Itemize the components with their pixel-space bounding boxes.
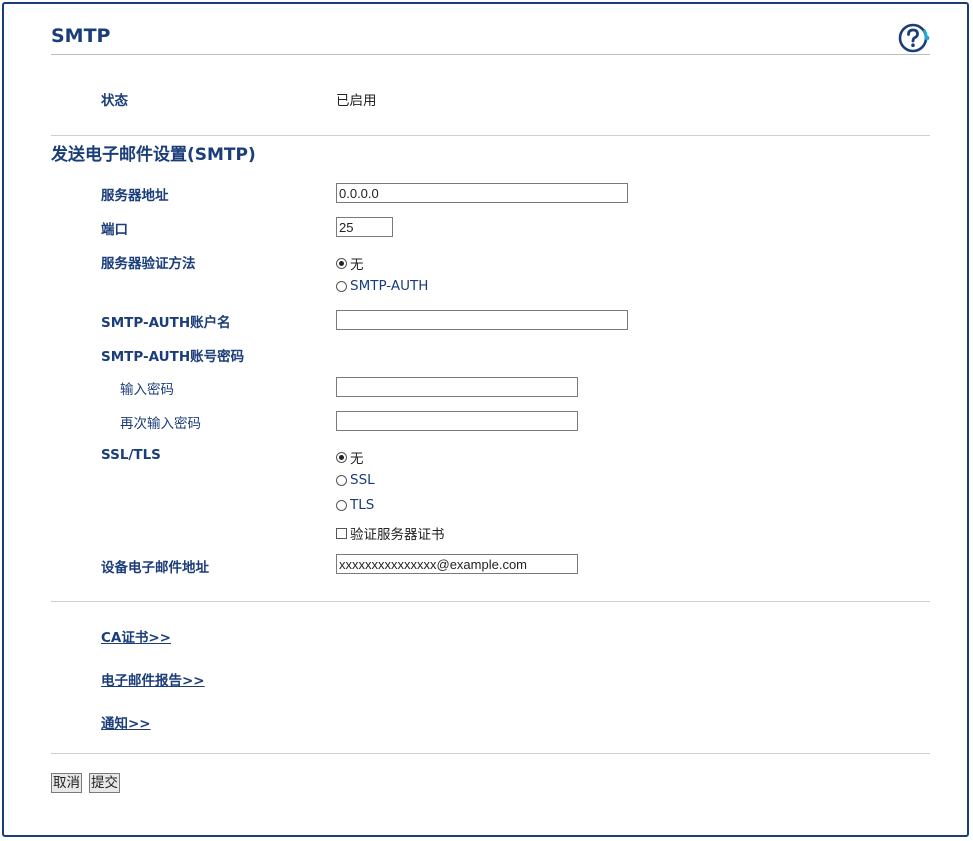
auth-method-smtp-auth-label: SMTP-AUTH — [350, 278, 429, 294]
auth-method-none-option[interactable]: 无 — [336, 253, 364, 273]
links-divider — [51, 753, 930, 754]
ssl-tls-tls-option[interactable]: TLS — [336, 497, 374, 513]
device-email-label: 设备电子邮件地址 — [101, 560, 209, 576]
ssl-tls-ssl-radio[interactable] — [336, 474, 347, 486]
auth-method-label: 服务器验证方法 — [101, 256, 196, 272]
page-title: SMTP — [51, 25, 111, 47]
server-address-label: 服务器地址 — [101, 188, 169, 204]
verify-server-cert-option[interactable]: 验证服务器证书 — [336, 523, 445, 543]
help-question-icon[interactable] — [897, 22, 931, 54]
verify-server-cert-label: 验证服务器证书 — [350, 527, 445, 543]
auth-method-none-label: 无 — [350, 257, 364, 273]
ssl-tls-ssl-option[interactable]: SSL — [336, 472, 375, 488]
device-email-input[interactable] — [336, 554, 578, 574]
auth-account-input[interactable] — [336, 310, 628, 330]
title-divider — [51, 54, 930, 55]
verify-server-cert-checkbox[interactable] — [336, 527, 347, 539]
cancel-button[interactable]: 取消 — [51, 773, 82, 793]
smtp-section-title: 发送电子邮件设置(SMTP) — [51, 145, 256, 165]
port-input[interactable] — [336, 217, 393, 237]
submit-button[interactable]: 提交 — [89, 773, 120, 793]
enter-password-input[interactable] — [336, 377, 578, 397]
ssl-tls-label: SSL/TLS — [101, 447, 161, 463]
status-divider — [51, 135, 930, 136]
auth-method-smtp-auth-radio[interactable] — [336, 280, 347, 292]
port-label: 端口 — [101, 222, 128, 238]
auth-method-none-radio[interactable] — [336, 257, 347, 269]
ssl-tls-none-radio[interactable] — [336, 451, 347, 463]
status-value: 已启用 — [336, 93, 377, 109]
reenter-password-input[interactable] — [336, 411, 578, 431]
status-label: 状态 — [101, 93, 128, 109]
ssl-tls-none-option[interactable]: 无 — [336, 447, 364, 467]
auth-method-smtp-auth-option[interactable]: SMTP-AUTH — [336, 278, 428, 294]
auth-account-label: SMTP-AUTH账户名 — [101, 315, 231, 331]
ssl-tls-tls-radio[interactable] — [336, 499, 347, 511]
reenter-password-label: 再次输入密码 — [120, 416, 201, 432]
ca-cert-link[interactable]: CA证书>> — [101, 626, 171, 646]
auth-password-label: SMTP-AUTH账号密码 — [101, 349, 245, 365]
ssl-tls-ssl-label: SSL — [350, 472, 375, 488]
server-address-input[interactable] — [336, 183, 628, 203]
ssl-tls-tls-label: TLS — [350, 497, 375, 513]
enter-password-label: 输入密码 — [120, 382, 174, 398]
form-divider — [51, 601, 930, 602]
ssl-tls-none-label: 无 — [350, 451, 364, 467]
email-report-link[interactable]: 电子邮件报告>> — [101, 669, 205, 689]
notification-link[interactable]: 通知>> — [101, 712, 151, 732]
